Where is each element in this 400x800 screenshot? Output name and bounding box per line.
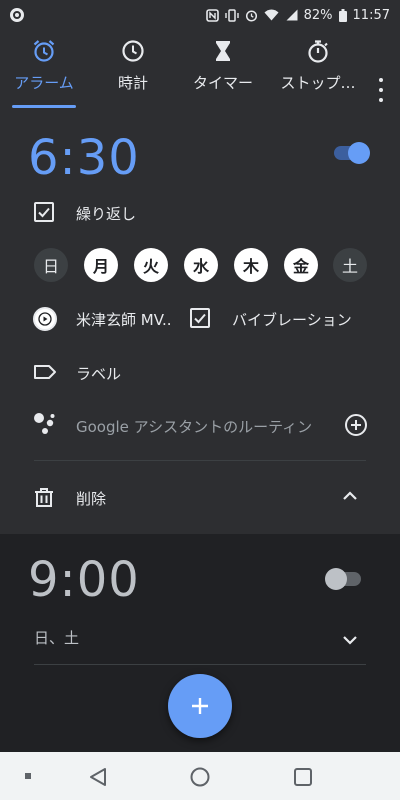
day-sun[interactable]: 日 <box>34 248 68 282</box>
notification-ring-icon <box>10 8 24 22</box>
tab-stopwatch[interactable]: ストップ… <box>268 30 368 108</box>
alarm-card-expanded: 6:30 繰り返し 日 月 火 水 木 金 土 米津玄師 MV.. バイブレーシ… <box>0 108 400 534</box>
tab-bar: アラーム 時計 タイマー ストップ… <box>0 30 400 108</box>
trash-icon <box>35 488 53 507</box>
signal-icon <box>286 9 298 21</box>
card-divider <box>34 460 366 461</box>
more-options-icon[interactable] <box>376 78 386 102</box>
vibration-checkbox[interactable] <box>190 308 210 328</box>
add-circle-icon[interactable] <box>344 413 368 437</box>
tab-timer-label: タイマー <box>192 74 253 92</box>
chevron-up-icon[interactable] <box>342 490 358 502</box>
ringtone-icon[interactable] <box>33 307 57 331</box>
stopwatch-icon <box>308 40 328 63</box>
nfc-icon <box>205 8 219 22</box>
day-tue[interactable]: 火 <box>134 248 168 282</box>
alarm-icon <box>33 40 55 62</box>
plus-icon <box>192 698 208 714</box>
tab-stopwatch-label: ストップ… <box>280 74 356 92</box>
system-nav-bar <box>0 752 400 800</box>
day-sat[interactable]: 土 <box>333 248 367 282</box>
alarm-days-summary: 日、土 <box>34 629 80 647</box>
vibration-label[interactable]: バイブレーション <box>232 309 352 330</box>
wifi-icon <box>264 9 279 21</box>
nav-dot-icon[interactable] <box>25 773 31 779</box>
clock-icon <box>122 40 144 62</box>
tab-clock-label: 時計 <box>117 74 148 92</box>
alarm-time[interactable]: 6:30 <box>28 130 140 186</box>
assistant-routine-label[interactable]: Google アシスタントのルーティン <box>76 416 312 437</box>
back-icon[interactable] <box>88 767 108 787</box>
repeat-checkbox[interactable] <box>34 202 54 222</box>
alarm-time-2[interactable]: 9:00 <box>28 552 140 608</box>
status-bar: 82% 11:57 <box>0 0 400 30</box>
check-icon <box>194 313 206 324</box>
tab-alarm[interactable]: アラーム <box>0 30 88 108</box>
battery-icon <box>338 8 347 22</box>
status-right: 82% 11:57 <box>205 7 390 23</box>
vibrate-icon <box>224 8 239 22</box>
battery-percent: 82% <box>303 7 333 23</box>
day-mon[interactable]: 月 <box>84 248 118 282</box>
alarm-status-icon <box>245 9 257 22</box>
status-left <box>10 8 24 22</box>
label-field[interactable]: ラベル <box>76 363 121 384</box>
tab-alarm-label: アラーム <box>14 74 74 92</box>
alarm-toggle-2[interactable] <box>325 568 363 590</box>
tab-clock[interactable]: 時計 <box>88 30 178 108</box>
ringtone-name[interactable]: 米津玄師 MV.. <box>76 309 172 330</box>
status-time: 11:57 <box>352 7 390 23</box>
tab-timer[interactable]: タイマー <box>178 30 268 108</box>
check-icon <box>38 207 50 218</box>
chevron-down-icon[interactable] <box>342 634 358 646</box>
recents-icon[interactable] <box>294 768 312 786</box>
day-thu[interactable]: 木 <box>234 248 268 282</box>
delete-label[interactable]: 削除 <box>76 488 106 509</box>
add-alarm-button[interactable] <box>168 674 232 738</box>
label-tag-icon <box>34 365 56 379</box>
home-icon[interactable] <box>190 767 210 787</box>
alarm-toggle[interactable] <box>332 142 370 164</box>
day-wed[interactable]: 水 <box>184 248 218 282</box>
repeat-label[interactable]: 繰り返し <box>76 203 136 224</box>
day-fri[interactable]: 金 <box>284 248 318 282</box>
list-divider <box>34 664 366 665</box>
weekday-selector: 日 月 火 水 木 金 土 <box>34 248 370 284</box>
google-assistant-icon <box>34 413 55 434</box>
hourglass-icon <box>216 41 230 61</box>
